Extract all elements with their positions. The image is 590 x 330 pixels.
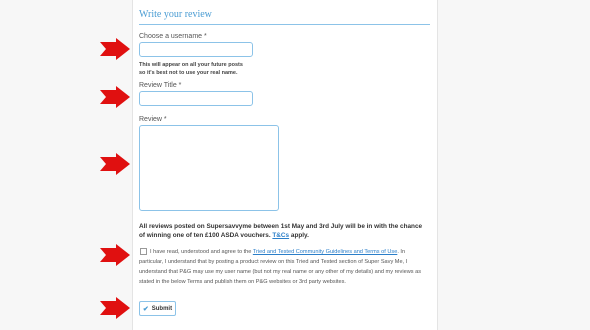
guidelines-link[interactable]: Tried and Tested Community Guidelines an… bbox=[253, 249, 397, 255]
review-title-label: Review Title * bbox=[139, 82, 182, 89]
review-label: Review * bbox=[139, 116, 167, 123]
promo-end: apply. bbox=[289, 232, 309, 239]
check-icon: ✔ bbox=[142, 305, 149, 313]
username-label: Choose a username * bbox=[139, 33, 207, 40]
right-arrow-icon bbox=[100, 38, 130, 60]
agree-checkbox[interactable] bbox=[140, 248, 147, 256]
submit-button[interactable]: ✔ Submit bbox=[139, 301, 176, 316]
right-arrow-icon bbox=[100, 244, 130, 266]
username-hint-line-2: so it's best not to use your real name. bbox=[139, 70, 238, 76]
form-title: Write your review bbox=[139, 9, 430, 25]
right-arrow-icon bbox=[100, 86, 130, 108]
username-hint-line-1: This will appear on all your future post… bbox=[139, 62, 243, 68]
username-input[interactable] bbox=[139, 42, 253, 57]
promo-notice: All reviews posted on Supersavvyme betwe… bbox=[139, 222, 429, 240]
agreement-block: I have read, understood and agree to the… bbox=[139, 247, 429, 287]
right-arrow-icon bbox=[100, 297, 130, 319]
review-title-input[interactable] bbox=[139, 91, 253, 106]
agree-prefix: I have read, understood and agree to the bbox=[150, 249, 253, 255]
right-arrow-icon bbox=[100, 153, 130, 175]
username-hint: This will appear on all your future post… bbox=[139, 61, 243, 77]
submit-label: Submit bbox=[151, 305, 173, 312]
review-textarea[interactable] bbox=[139, 125, 279, 211]
tcs-link[interactable]: T&Cs bbox=[272, 232, 289, 239]
